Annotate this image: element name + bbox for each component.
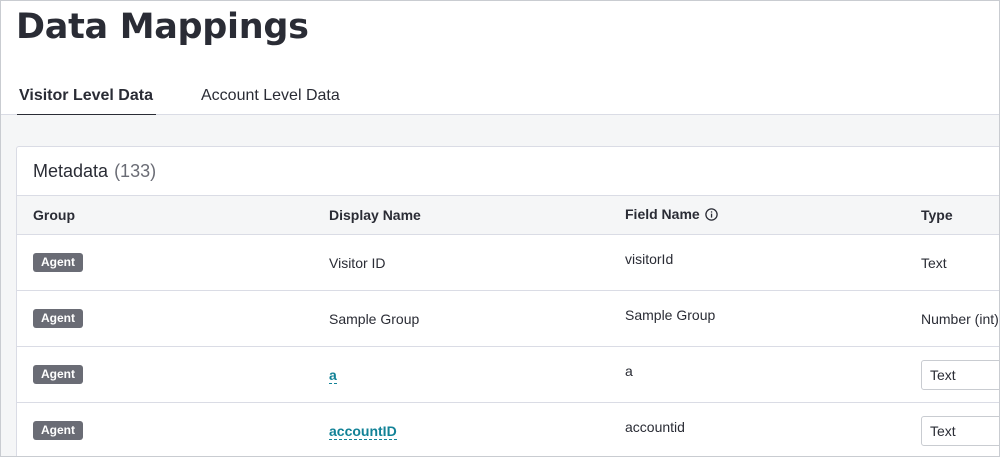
group-badge: Agent (33, 253, 83, 272)
metadata-table: Group Display Name Field Name Type Agent… (17, 196, 999, 456)
group-cell: Agent (17, 402, 313, 456)
group-badge: Agent (33, 421, 83, 440)
type-select-value: Text (930, 366, 956, 383)
display-name-link[interactable]: a (329, 366, 337, 384)
table-header-row: Group Display Name Field Name Type (17, 196, 999, 235)
type-select[interactable]: Text (921, 415, 999, 446)
metadata-card: Metadata (133) Group Display Name Field N… (16, 146, 999, 456)
field-name-cell: accountid (609, 402, 905, 456)
tab-account-level-data[interactable]: Account Level Data (201, 85, 340, 114)
group-badge: Agent (33, 365, 83, 384)
type-select-value: Text (930, 422, 956, 439)
group-cell: Agent (17, 346, 313, 403)
type-cell: Number (int) (905, 290, 999, 347)
group-badge: Agent (33, 309, 83, 328)
table-row: Agent accountID accountid Text (17, 402, 999, 456)
metadata-count: (133) (114, 161, 157, 181)
display-name-cell: a (313, 346, 609, 403)
display-name-link[interactable]: accountID (329, 422, 397, 440)
display-name-cell: Sample Group (313, 290, 609, 347)
tab-bar: Visitor Level Data Account Level Data (1, 75, 999, 116)
column-header-type[interactable]: Type (905, 196, 999, 235)
table-row: Agent Visitor ID visitorId Text (17, 234, 999, 291)
column-header-display-name[interactable]: Display Name (313, 196, 609, 235)
type-cell: Text (905, 402, 999, 456)
field-name-cell: Sample Group (609, 290, 905, 347)
group-cell: Agent (17, 234, 313, 291)
display-name-cell: accountID (313, 402, 609, 456)
type-cell: Text (905, 346, 999, 403)
metadata-card-header: Metadata (133) (17, 147, 999, 196)
group-cell: Agent (17, 290, 313, 347)
app-window: Data Mappings Visitor Level Data Account… (0, 0, 1000, 457)
column-header-field-name[interactable]: Field Name (609, 196, 905, 235)
metadata-title-label: Metadata (33, 161, 109, 181)
page-title: Data Mappings (16, 7, 309, 47)
field-name-cell: visitorId (609, 234, 905, 291)
table-row: Agent a a Text (17, 346, 999, 403)
table-row: Agent Sample Group Sample Group Number (… (17, 290, 999, 347)
type-select[interactable]: Text (921, 359, 999, 390)
column-header-field-name-label: Field Name (625, 206, 700, 222)
tab-visitor-level-data[interactable]: Visitor Level Data (17, 85, 156, 116)
type-cell: Text (905, 234, 999, 291)
metadata-title: Metadata (133) (33, 160, 156, 182)
column-header-group[interactable]: Group (17, 196, 313, 235)
field-name-cell: a (609, 346, 905, 403)
display-name-cell: Visitor ID (313, 234, 609, 291)
info-icon[interactable] (704, 208, 718, 224)
